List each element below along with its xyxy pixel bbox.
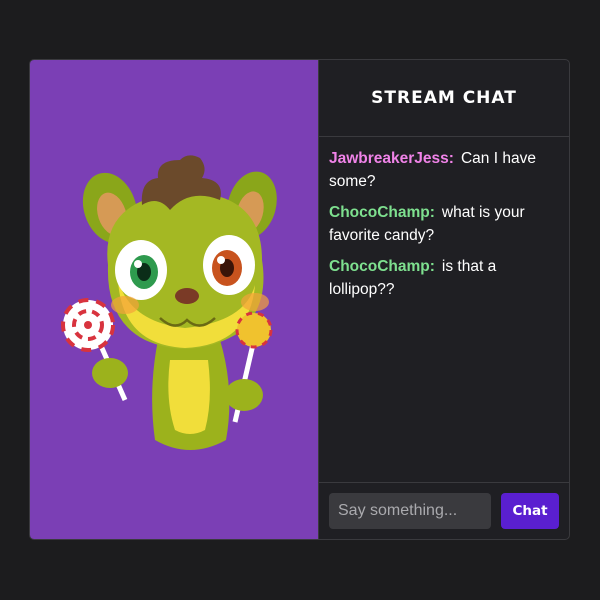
chat-send-button[interactable]: Chat bbox=[501, 493, 559, 529]
chat-title: STREAM CHAT bbox=[371, 88, 517, 108]
stream-panel: STREAM CHAT JawbreakerJess: Can I have so… bbox=[29, 59, 570, 540]
video-stage bbox=[30, 60, 319, 539]
chat-input[interactable] bbox=[329, 493, 491, 529]
chat-message: ChocoChamp: is that a lollipop?? bbox=[329, 255, 559, 301]
chat-message: JawbreakerJess: Can I have some? bbox=[329, 147, 559, 193]
chat-message: ChocoChamp: what is your favorite candy? bbox=[329, 201, 559, 247]
chat-composer: Chat bbox=[319, 483, 569, 539]
chat-panel: STREAM CHAT JawbreakerJess: Can I have so… bbox=[319, 60, 569, 539]
message-username[interactable]: ChocoChamp: bbox=[329, 204, 435, 221]
chat-header: STREAM CHAT bbox=[319, 60, 569, 137]
message-username[interactable]: JawbreakerJess: bbox=[329, 150, 454, 167]
message-list: JawbreakerJess: Can I have some? ChocoCha… bbox=[319, 137, 569, 483]
squirrel-mascot-illustration bbox=[61, 155, 277, 450]
message-username[interactable]: ChocoChamp: bbox=[329, 258, 435, 275]
